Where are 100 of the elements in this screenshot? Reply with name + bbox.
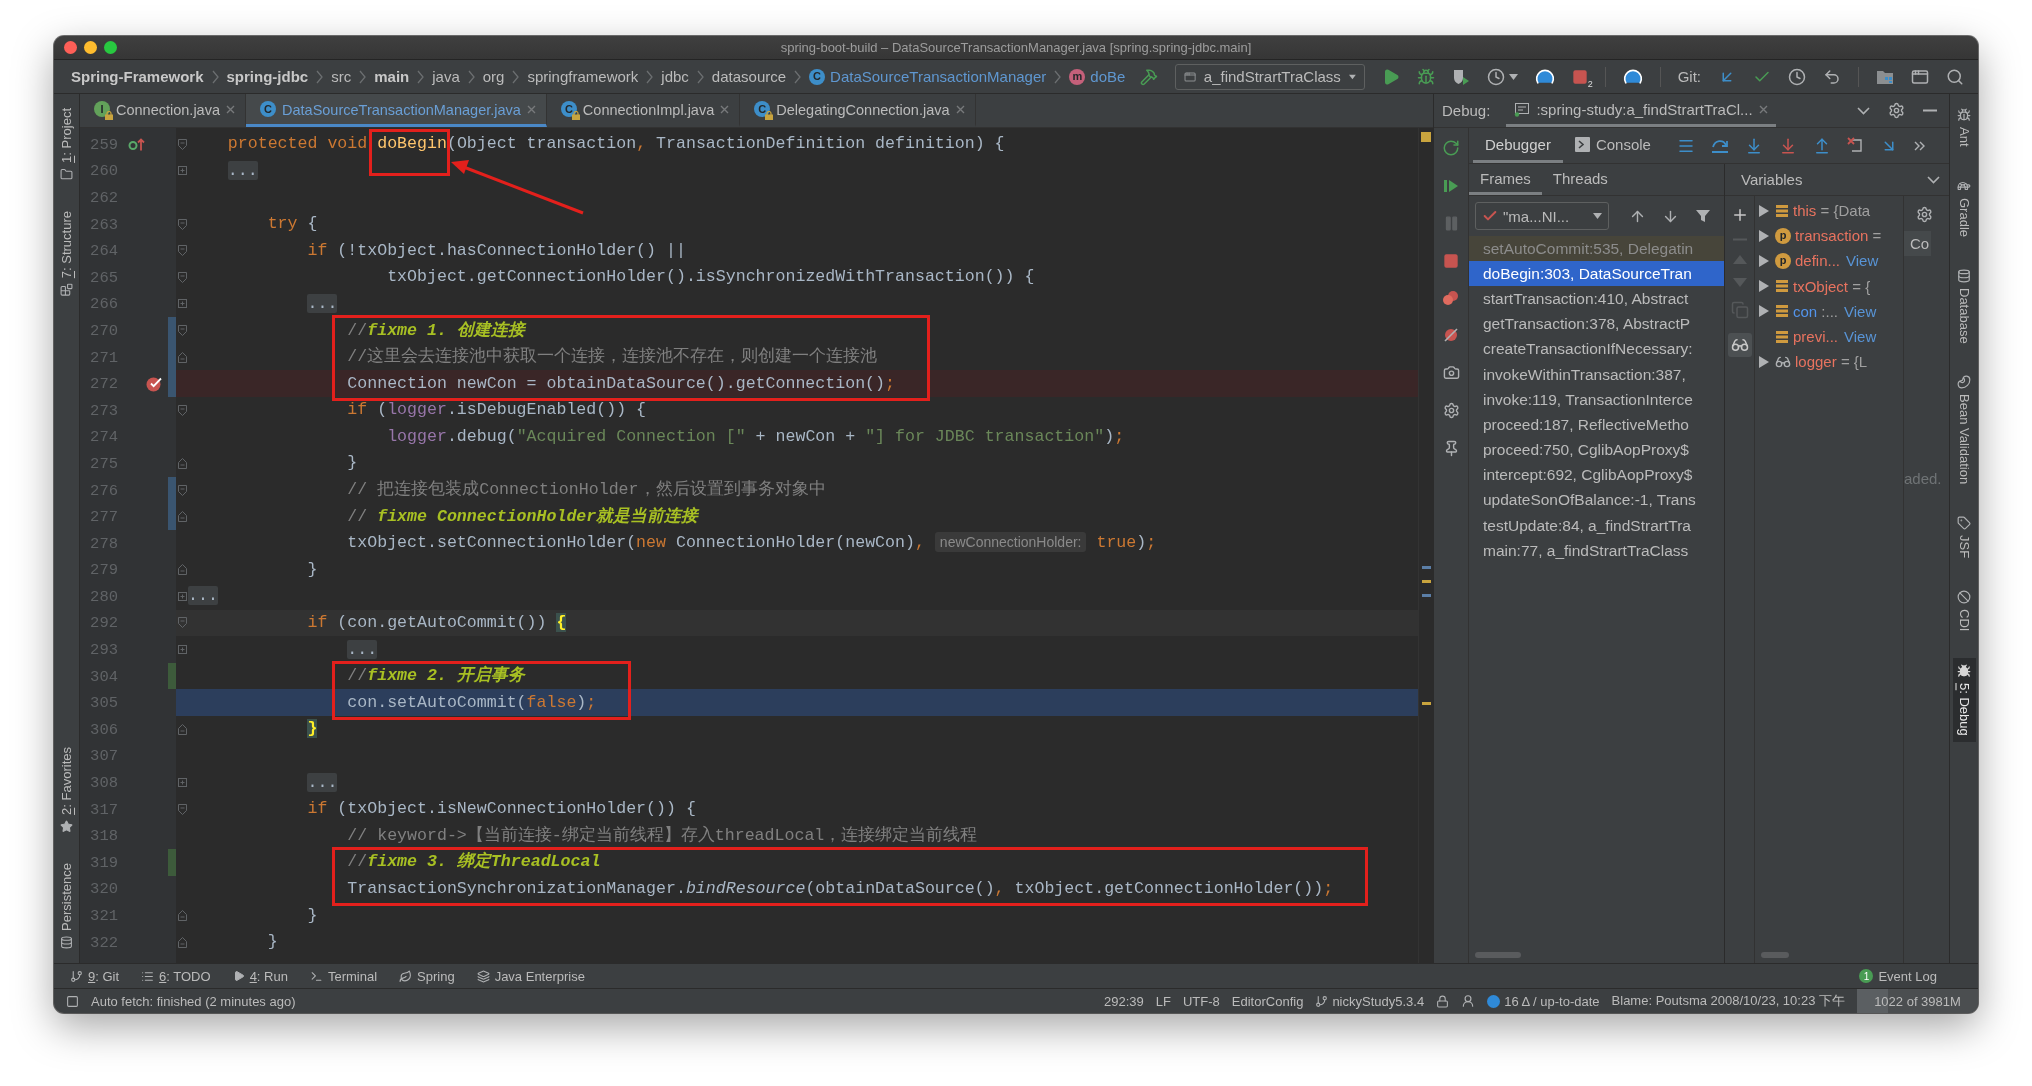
fold-end-icon[interactable] <box>177 910 187 921</box>
breakpoint-icon[interactable] <box>146 375 162 392</box>
tool-window-button[interactable]: Persistence <box>59 859 74 953</box>
glasses-button[interactable] <box>1727 333 1752 357</box>
window-zoom-button[interactable] <box>104 41 117 54</box>
thread-dropdown[interactable]: "ma...NI... <box>1475 202 1609 230</box>
tool-window-button[interactable]: 6: TODO <box>141 968 211 984</box>
event-log-button[interactable]: 1 Event Log <box>1859 968 1937 984</box>
breakpoints-icon[interactable] <box>1442 290 1460 306</box>
stack-frame[interactable]: updateSonOfBalance:-1, Trans <box>1469 487 1724 514</box>
lock-icon[interactable] <box>1436 994 1450 1008</box>
stack-frame[interactable]: invokeWithinTransaction:387, <box>1469 361 1724 388</box>
expand-triangle-icon[interactable] <box>1759 229 1769 242</box>
filter-icon[interactable] <box>1695 208 1711 224</box>
slashed-circle-icon[interactable] <box>1443 327 1459 343</box>
debug-tab[interactable]: Console <box>1562 128 1663 163</box>
resume-icon[interactable] <box>1443 178 1459 194</box>
caret-position[interactable]: 292:39 <box>1104 993 1144 1009</box>
tool-window-button[interactable]: Bean Validation <box>1952 369 1976 491</box>
fold-marker-icon[interactable] <box>177 218 187 230</box>
rerun-icon[interactable] <box>1442 139 1460 157</box>
settings-icon[interactable] <box>1442 402 1460 419</box>
fold-plus-icon[interactable] <box>177 778 187 788</box>
settings-icon[interactable] <box>1888 102 1905 119</box>
circle-up-arrow-icon[interactable] <box>128 137 146 152</box>
close-icon[interactable] <box>1758 104 1768 114</box>
close-icon[interactable] <box>720 104 730 114</box>
fold-end-icon[interactable] <box>177 564 187 576</box>
hammer-icon[interactable] <box>1139 67 1158 86</box>
debug-icon[interactable] <box>1416 67 1435 86</box>
expand-triangle-icon[interactable] <box>1759 355 1769 368</box>
stack-frame[interactable]: intercept:692, CglibAopProxy$ <box>1469 462 1724 488</box>
folder-grid-icon[interactable] <box>1876 68 1894 85</box>
fold-marker-icon[interactable] <box>177 245 187 257</box>
stack-frame[interactable]: proceed:187, ReflectiveMetho <box>1469 412 1724 438</box>
stack-frame[interactable]: createTransactionIfNecessary: <box>1469 336 1724 362</box>
window-minimize-button[interactable] <box>84 41 97 54</box>
stop-icon[interactable] <box>1571 68 1588 85</box>
tool-window-button[interactable]: 9: Git <box>70 968 120 984</box>
tool-window-button[interactable]: 2: Favorites <box>59 743 74 838</box>
breadcrumb[interactable]: C DataSourceTransactionManager <box>809 68 1047 85</box>
tool-window-button[interactable]: Database <box>1952 262 1976 350</box>
stop-icon[interactable] <box>1443 253 1459 269</box>
expand-triangle-icon[interactable] <box>1759 280 1769 293</box>
editor-tab[interactable]: C DataSourceTransactionManager.java <box>246 94 547 127</box>
session-tab[interactable]: :spring-study:a_findStrartTraCl... <box>1506 94 1776 127</box>
camera-icon[interactable] <box>1442 364 1460 381</box>
minimize-icon[interactable] <box>1923 109 1937 112</box>
fold-plus-icon[interactable] <box>177 166 187 176</box>
breadcrumb[interactable]: jdbc <box>661 68 689 85</box>
fold-plus-icon[interactable] <box>177 591 187 601</box>
breadcrumb[interactable]: main <box>374 68 410 85</box>
chevron-down-icon[interactable] <box>1857 106 1870 115</box>
expand-triangle-icon[interactable] <box>1759 305 1769 318</box>
tool-window-button[interactable]: Terminal <box>309 968 378 984</box>
tool-window-button[interactable]: 1: Project <box>59 104 74 185</box>
variable-row[interactable]: p transaction = <box>1755 223 1903 249</box>
search-icon[interactable] <box>1946 67 1964 86</box>
breadcrumb[interactable]: org <box>482 68 505 85</box>
variable-row[interactable]: logger = {L <box>1755 349 1903 375</box>
fold-end-icon[interactable] <box>177 511 187 523</box>
settings-icon[interactable] <box>1916 206 1933 223</box>
run-configuration-dropdown[interactable]: a_findStrartTraClass <box>1174 63 1365 90</box>
pane-tab[interactable]: Threads <box>1541 164 1619 195</box>
tool-window-button[interactable]: Java Enterprise <box>476 968 585 984</box>
tool-window-button[interactable]: 7: Structure <box>59 206 74 301</box>
variable-row[interactable]: this = {Data <box>1755 198 1903 224</box>
breadcrumb[interactable]: src <box>331 68 352 85</box>
scrollbar-thumb[interactable] <box>1475 952 1521 958</box>
tool-window-button[interactable]: CDI <box>1952 584 1976 638</box>
variable-row[interactable]: con :... View <box>1755 298 1903 324</box>
stack-frame[interactable]: getTransaction:378, AbstractP <box>1469 311 1724 337</box>
scrollbar-thumb[interactable] <box>1761 952 1789 958</box>
breadcrumb[interactable]: springframework <box>527 68 639 85</box>
step-over-icon[interactable] <box>1710 137 1729 154</box>
fold-marker-icon[interactable] <box>177 324 187 336</box>
fold-marker-icon[interactable] <box>177 803 187 815</box>
fold-marker-icon[interactable] <box>177 404 187 416</box>
stack-frame[interactable]: startTransaction:410, Abstract <box>1469 286 1724 312</box>
vcs-status[interactable]: 16 Δ / up-to-date <box>1504 993 1600 1009</box>
fold-plus-icon[interactable] <box>177 645 187 655</box>
tool-window-button[interactable]: Ant <box>1952 102 1976 153</box>
breadcrumb[interactable]: java <box>432 68 460 85</box>
breadcrumb[interactable]: m doBe <box>1069 68 1126 85</box>
fold-end-icon[interactable] <box>177 457 187 469</box>
variable-row[interactable]: p defin... View <box>1755 248 1903 274</box>
shield-play-icon[interactable] <box>1451 67 1470 86</box>
pane-tab[interactable]: Frames <box>1469 164 1542 195</box>
window-close-button[interactable] <box>64 41 77 54</box>
stack-frame[interactable]: main:77, a_findStrartTraClass <box>1469 538 1724 564</box>
debug-tab[interactable]: Debugger <box>1473 128 1563 163</box>
stack-frame[interactable]: setAutoCommit:535, Delegatin <box>1469 236 1724 262</box>
chevron-down-icon[interactable] <box>1927 175 1940 184</box>
stack-frame[interactable]: proceed:750, CglibAopProxy$ <box>1469 437 1724 463</box>
person-icon[interactable] <box>1461 994 1476 1008</box>
caret-down-icon[interactable] <box>1508 73 1518 80</box>
tool-window-button[interactable]: Gradle <box>1952 172 1976 243</box>
close-icon[interactable] <box>226 104 235 114</box>
expand-triangle-icon[interactable] <box>1759 204 1769 217</box>
clock-icon[interactable] <box>1486 67 1505 86</box>
